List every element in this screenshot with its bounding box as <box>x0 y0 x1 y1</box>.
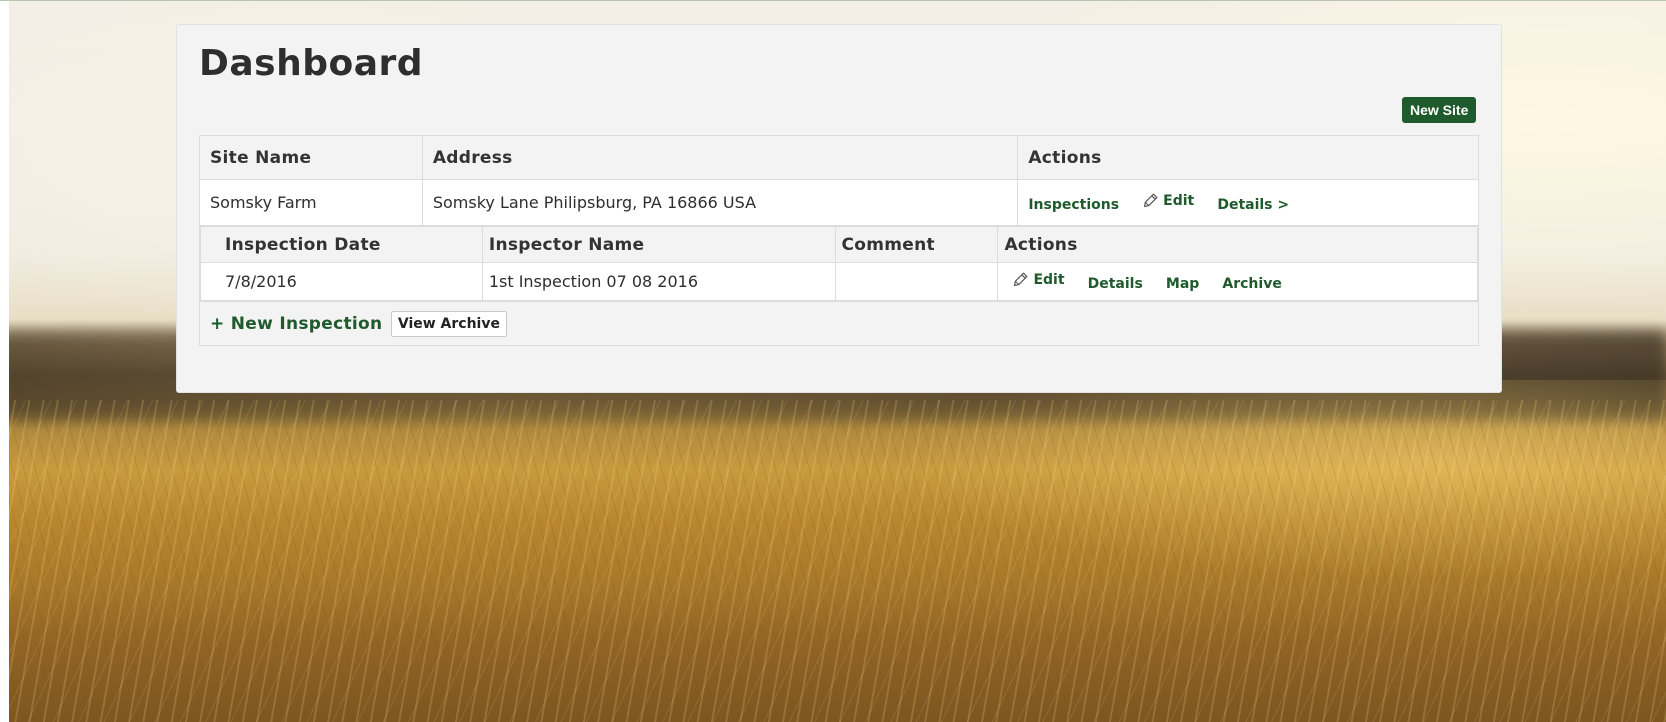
new-site-button[interactable]: New Site <box>1402 97 1477 123</box>
inspection-map-link[interactable]: Map <box>1166 276 1199 292</box>
dashboard-panel: Dashboard New Site Site Name Address Act… <box>176 24 1502 393</box>
top-border <box>0 0 1666 1</box>
inspections-container: Inspection Date Inspector Name Comment A… <box>199 225 1479 302</box>
inspection-archive-link[interactable]: Archive <box>1222 276 1281 292</box>
table-row: 7/8/2016 1st Inspection 07 08 2016 Edit … <box>200 262 1478 301</box>
inspection-actions-cell: Edit Details Map Archive <box>997 262 1478 301</box>
site-edit-link[interactable]: Edit <box>1142 192 1194 209</box>
inspections-header-row: Inspection Date Inspector Name Comment A… <box>200 226 1478 263</box>
inspections-table: Inspection Date Inspector Name Comment A… <box>200 226 1478 301</box>
new-inspection-cell: + New Inspection View Archive <box>199 301 1479 346</box>
inspector-name-cell: 1st Inspection 07 08 2016 <box>481 262 836 301</box>
site-edit-label: Edit <box>1163 192 1195 209</box>
inspections-link[interactable]: Inspections <box>1028 197 1119 213</box>
table-row: Somsky Farm Somsky Lane Philipsburg, PA … <box>199 179 1479 226</box>
address-cell: Somsky Lane Philipsburg, PA 16866 USA <box>421 179 1019 226</box>
pencil-icon <box>1144 193 1158 208</box>
site-actions-cell: Inspections Edit Details > <box>1017 179 1479 226</box>
header-inspector-name: Inspector Name <box>481 226 836 263</box>
header-inspection-actions: Actions <box>997 226 1478 263</box>
header-inspection-date: Inspection Date <box>200 226 483 263</box>
header-actions: Actions <box>1017 135 1479 180</box>
sites-header-row: Site Name Address Actions <box>199 135 1479 180</box>
new-inspection-row: + New Inspection View Archive <box>199 301 1479 346</box>
new-inspection-link[interactable]: + New Inspection <box>210 314 382 334</box>
header-comment: Comment <box>834 226 999 263</box>
inspection-edit-link[interactable]: Edit <box>1012 271 1065 288</box>
left-edge <box>0 0 9 722</box>
inspection-details-link[interactable]: Details <box>1088 276 1143 292</box>
pencil-icon <box>1014 272 1028 287</box>
site-details-link[interactable]: Details > <box>1217 197 1289 213</box>
inspections-row: Inspection Date Inspector Name Comment A… <box>199 225 1479 302</box>
page-title: Dashboard <box>199 43 424 84</box>
comment-cell <box>834 262 999 301</box>
view-archive-button[interactable]: View Archive <box>390 310 507 337</box>
site-name-cell: Somsky Farm <box>199 179 423 226</box>
sites-table: Site Name Address Actions Somsky Farm So… <box>199 135 1479 346</box>
header-address: Address <box>421 135 1019 180</box>
inspection-edit-label: Edit <box>1033 271 1065 288</box>
inspection-date-cell: 7/8/2016 <box>200 262 483 301</box>
header-site-name: Site Name <box>199 135 423 180</box>
